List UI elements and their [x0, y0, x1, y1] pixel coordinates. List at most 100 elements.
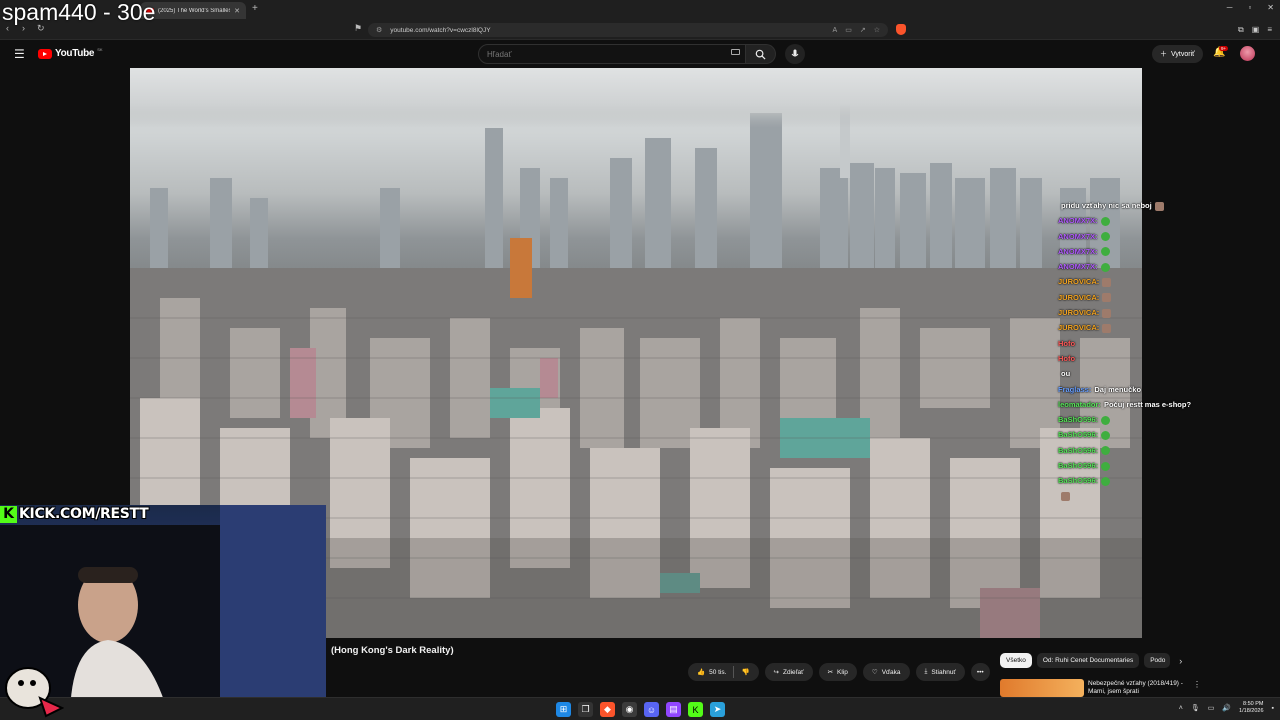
avatar[interactable] — [1240, 46, 1255, 61]
chat-username: ANOMX7X: — [1058, 231, 1098, 241]
maximize-icon[interactable]: ▫ — [1248, 3, 1251, 12]
share-button[interactable]: ↪ Zdieľať — [764, 663, 813, 681]
mascot-sticker-icon — [5, 667, 64, 718]
like-separator — [733, 666, 735, 678]
minimize-icon[interactable]: ─ — [1227, 3, 1233, 12]
dislike-icon[interactable]: 👎 — [741, 668, 749, 676]
site-info-icon[interactable]: ⚙ — [376, 26, 382, 34]
chat-username: leomatador: — [1058, 399, 1101, 409]
chat-message: BaShO596: — [1058, 458, 1238, 473]
chat-username: BaShO596: — [1058, 476, 1099, 486]
wallet-icon[interactable]: ▣ — [1252, 25, 1260, 35]
bookmark-icon[interactable]: ⚑ — [354, 23, 362, 34]
clock[interactable]: 8:50 PM 1/18/2026 — [1239, 701, 1263, 715]
chat-emote-icon — [1101, 461, 1111, 471]
hamburger-menu-icon[interactable]: ☰ — [14, 47, 25, 61]
chat-message: ANOMX7X: — [1058, 244, 1238, 259]
chat-emote-icon — [1101, 415, 1111, 425]
voice-search-button[interactable] — [785, 44, 805, 64]
chat-username: BaShO596: — [1058, 430, 1099, 440]
chip-all[interactable]: Všetko — [1000, 653, 1032, 668]
chat-username: ANOMX7X: — [1058, 246, 1098, 256]
recommendation-title[interactable]: Nebezpečné vzťahy (2018/419) - Mami, jse… — [1088, 680, 1192, 696]
chat-message: pridu vzťahy nic sa neboj — [1058, 198, 1238, 213]
chat-message: ANOMX7X: — [1058, 213, 1238, 228]
chat-emote-icon — [1102, 308, 1112, 318]
taskbar-apps: ⊞ ❐ ◆ ◉ ☺ ▤ K ➤ — [556, 702, 725, 717]
close-tab-icon[interactable]: ✕ — [234, 7, 240, 15]
cast-icon[interactable]: ▭ — [845, 26, 852, 34]
chat-username: Hofo — [1058, 338, 1076, 348]
more-actions-button[interactable]: ••• — [970, 663, 990, 681]
task-view-icon[interactable]: ❐ — [578, 702, 593, 717]
plus-icon: ＋ — [1160, 51, 1167, 58]
keyboard-icon[interactable] — [731, 49, 740, 55]
chat-username: BaShO596: — [1058, 461, 1099, 471]
youtube-logo[interactable]: YouTube SK — [38, 47, 103, 59]
chat-username: BaShO596: — [1058, 445, 1099, 455]
stream-chat-overlay: pridu vzťahy nic sa neboj ANOMX7X: ANOMX7X… — [1058, 198, 1238, 504]
share-page-icon[interactable]: ↗ — [860, 26, 866, 34]
search-input[interactable]: Hľadať — [478, 44, 746, 64]
browser-menu-icon[interactable]: ≡ — [1267, 25, 1272, 35]
search-button[interactable] — [746, 44, 776, 64]
like-count[interactable]: 50 tis. — [709, 669, 726, 676]
windows-taskbar: ⊞ ❐ ◆ ◉ ☺ ▤ K ➤ ˄ 🎙 ▭ 🔊 8:50 PM 1/18/202… — [0, 697, 1280, 720]
volume-icon[interactable]: 🔊 — [1222, 704, 1231, 712]
windows-start-icon[interactable]: ⊞ — [556, 702, 571, 717]
notification-badge: 9+ — [1219, 46, 1229, 51]
clock-time: 8:50 PM — [1243, 701, 1264, 707]
download-button[interactable]: ⤓ Stiahnuť — [915, 663, 965, 681]
share-icon: ↪ — [773, 669, 779, 676]
chat-message: ou — [1058, 366, 1238, 381]
clip-button[interactable]: ✂ Klip — [818, 663, 857, 681]
chat-username: BaShO596: — [1058, 415, 1099, 425]
chip-from-channel[interactable]: Od: Ruhi Cenet Documentaries — [1036, 653, 1140, 668]
chat-message: JUROVICA: — [1058, 320, 1238, 335]
brave-shield-icon[interactable] — [896, 24, 906, 35]
brave-browser-icon[interactable]: ◆ — [600, 702, 615, 717]
like-icon[interactable]: 👍 — [697, 668, 705, 676]
microphone-tray-icon[interactable]: 🎙 — [1191, 704, 1200, 712]
chat-text: ou — [1061, 369, 1071, 379]
country-code: SK — [97, 47, 103, 52]
chat-message: JUROVICA: — [1058, 290, 1238, 305]
chat-message: BaShO596: — [1058, 473, 1238, 488]
close-window-icon[interactable]: ✕ — [1267, 3, 1274, 12]
kick-app-icon[interactable]: K — [688, 702, 703, 717]
video-actions: 👍 50 tis. 👎 ↪ Zdieľať ✂ Klip ♡ Vďaka ⤓ S… — [688, 663, 990, 681]
tray-chevron-icon[interactable]: ˄ — [1179, 705, 1183, 712]
tab-title: (2025) The World's Smallest Ap — [158, 7, 230, 14]
chip-similar[interactable]: Podo — [1144, 653, 1171, 668]
chat-emote-icon — [1102, 278, 1112, 287]
url-text[interactable]: youtube.com/watch?v=cwczl8lQJY — [390, 27, 824, 34]
kebab-menu-icon[interactable]: ⋮ — [1193, 680, 1201, 689]
address-bar[interactable]: ⚙ youtube.com/watch?v=cwczl8lQJY A ▭ ↗ ☆ — [368, 23, 888, 37]
chat-emote-icon — [1101, 476, 1111, 486]
browser-tab[interactable]: (2025) The World's Smallest Ap ✕ — [140, 2, 246, 19]
discord-icon[interactable]: ☺ — [644, 702, 659, 717]
chat-message: leomatador: Počuj restt mas e-shop? — [1058, 397, 1238, 412]
download-icon: ⤓ — [924, 668, 928, 675]
chat-emote-icon — [1102, 323, 1112, 333]
new-tab-icon[interactable]: + — [252, 3, 258, 14]
recommendation-thumbnail[interactable] — [1000, 679, 1084, 697]
telegram-icon[interactable]: ➤ — [710, 702, 725, 717]
obs-icon[interactable]: ◉ — [622, 702, 637, 717]
extensions-icon[interactable]: ⧉ — [1238, 25, 1244, 35]
chevron-right-icon[interactable]: › — [1179, 656, 1182, 666]
chat-text: Daj menučko — [1094, 384, 1142, 394]
browser-tab-strip: (2025) The World's Smallest Ap ✕ + ─ ▫ ✕ — [0, 0, 1280, 20]
chat-emote-icon — [1101, 430, 1111, 440]
notifications-tray-icon[interactable]: ▪ — [1272, 705, 1274, 712]
network-icon[interactable]: ▭ — [1208, 704, 1215, 712]
bookmark-star-icon[interactable]: ☆ — [874, 26, 880, 34]
twitch-icon[interactable]: ▤ — [666, 702, 681, 717]
youtube-play-icon — [38, 48, 52, 59]
chat-message: Hofo — [1058, 336, 1238, 351]
download-label: Stiahnuť — [931, 668, 956, 676]
translate-icon[interactable]: A — [833, 27, 838, 34]
youtube-header: ☰ YouTube SK Hľadať ＋ Vytvoriť 🔔 9+ — [0, 40, 1280, 68]
thanks-button[interactable]: ♡ Vďaka — [862, 663, 910, 681]
create-button[interactable]: ＋ Vytvoriť — [1152, 45, 1203, 63]
